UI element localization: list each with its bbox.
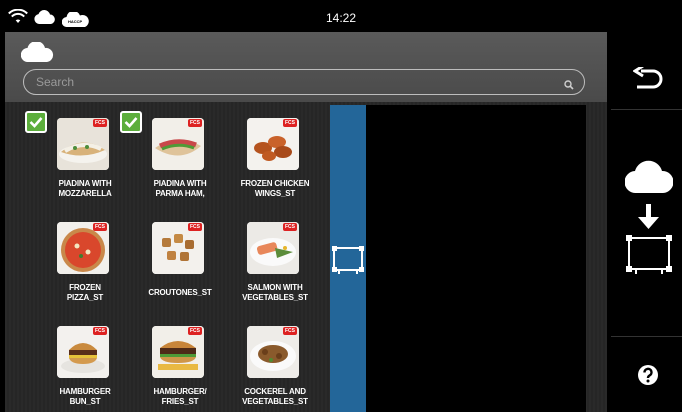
- fcs-badge: FCS: [93, 327, 107, 335]
- right-action-bar: [611, 32, 682, 412]
- recipe-image: FCS: [57, 222, 109, 274]
- recipe-image: FCS: [247, 118, 299, 170]
- fcs-badge: FCS: [188, 119, 202, 127]
- recipe-tile[interactable]: FCS HAMBURGER BUN_ST: [35, 326, 135, 412]
- recipe-tile[interactable]: FCS PIADINA WITH MOZZARELLA: [25, 111, 135, 218]
- recipe-image: FCS: [152, 222, 204, 274]
- recipe-image: FCS: [247, 222, 299, 274]
- recipe-label: PIADINA WITH PARMA HAM,: [153, 179, 207, 198]
- fcs-badge: FCS: [188, 223, 202, 231]
- recipe-image: FCS: [57, 118, 109, 170]
- cloud-download-button[interactable]: [611, 111, 682, 337]
- status-bar: HACCP 14:22: [0, 0, 682, 32]
- recipe-label: FROZEN PIZZA_ST: [66, 283, 104, 302]
- recipe-tile[interactable]: FCS FROZEN CHICKEN WINGS_ST: [225, 118, 325, 218]
- recipe-label: SALMON WITH VEGETABLES_ST: [242, 283, 308, 302]
- oven-frame-icon: [332, 245, 364, 280]
- fcs-badge: FCS: [283, 119, 297, 127]
- recipe-label: CROUTONES_ST: [148, 288, 212, 297]
- recipe-image: FCS: [247, 326, 299, 378]
- back-arrow-icon: [632, 64, 663, 96]
- recipe-label: HAMBURGER/FRIES_ST: [153, 387, 207, 406]
- recipe-tile[interactable]: FCS HAMBURGER/FRIES_ST: [130, 326, 230, 412]
- cloud-source-icon[interactable]: [20, 41, 55, 67]
- recipe-tile[interactable]: FCS PIADINA WITH PARMA HAM,: [120, 111, 230, 218]
- recipe-image: FCS: [57, 326, 109, 378]
- recipe-tile[interactable]: FCS FROZEN PIZZA_ST: [35, 222, 135, 322]
- oven-drop-strip[interactable]: [330, 105, 366, 412]
- fcs-badge: FCS: [93, 119, 107, 127]
- fcs-badge: FCS: [283, 327, 297, 335]
- help-button[interactable]: [611, 338, 682, 412]
- recipe-image: FCS: [152, 326, 204, 378]
- cloud-download-to-oven-icon: [624, 159, 674, 294]
- search-field[interactable]: [23, 69, 585, 95]
- checkbox-checked-icon[interactable]: [25, 111, 47, 133]
- top-bar: [5, 32, 607, 102]
- search-icon[interactable]: [564, 77, 574, 95]
- fcs-badge: FCS: [188, 327, 202, 335]
- search-input[interactable]: [36, 73, 556, 91]
- checkbox-checked-icon[interactable]: [120, 111, 142, 133]
- recipe-label: PIADINA WITH MOZZARELLA: [58, 179, 112, 198]
- recipe-label: FROZEN CHICKEN WINGS_ST: [240, 179, 310, 198]
- back-button[interactable]: [611, 32, 682, 110]
- help-icon: [637, 364, 659, 391]
- recipe-label: HAMBURGER BUN_ST: [59, 387, 111, 406]
- fcs-badge: FCS: [283, 223, 297, 231]
- recipe-tile[interactable]: FCS COCKEREL AND VEGETABLES_ST: [225, 326, 325, 412]
- recipe-label: COCKEREL AND VEGETABLES_ST: [242, 387, 308, 406]
- recipe-tile[interactable]: FCS CROUTONES_ST: [130, 222, 230, 322]
- fcs-badge: FCS: [93, 223, 107, 231]
- status-time: 14:22: [325, 11, 357, 25]
- oven-preview-area: [366, 105, 586, 412]
- recipe-browser-panel: FCS PIADINA WITHMOZZARELLA FCS: [5, 32, 607, 412]
- recipe-image: FCS: [152, 118, 204, 170]
- recipe-tile[interactable]: FCS SALMON WITH VEGETABLES_ST: [225, 222, 325, 322]
